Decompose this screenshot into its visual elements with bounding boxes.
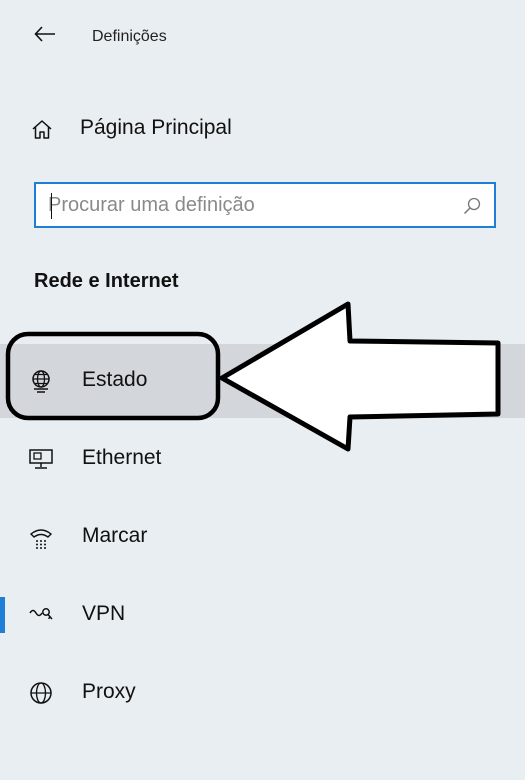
title-bar: Definições — [0, 0, 525, 72]
nav-item-vpn[interactable]: VPN — [0, 578, 525, 652]
section-heading: Rede e Internet — [34, 270, 179, 292]
nav-label-ethernet: Ethernet — [82, 446, 162, 469]
nav-item-proxy[interactable]: Proxy — [0, 656, 525, 730]
window-title: Definições — [92, 28, 167, 45]
home-link[interactable]: Página Principal — [0, 104, 525, 154]
back-button[interactable] — [28, 20, 62, 48]
vpn-icon — [29, 608, 53, 620]
nav-item-ethernet[interactable]: Ethernet — [0, 422, 525, 496]
nav-label-estado: Estado — [82, 368, 148, 391]
home-icon — [32, 120, 52, 139]
dial-up-icon — [29, 529, 53, 549]
nav-item-estado[interactable]: Estado — [0, 344, 525, 418]
nav-label-proxy: Proxy — [82, 680, 136, 703]
globe-icon — [30, 682, 52, 704]
settings-window: Definições Página Principal Rede e Inter… — [0, 0, 525, 780]
nav-label-vpn: VPN — [82, 602, 126, 625]
search-input[interactable] — [48, 190, 448, 220]
home-label: Página Principal — [80, 116, 232, 139]
arrow-left-icon — [34, 26, 55, 42]
search-box[interactable] — [34, 182, 496, 228]
text-caret — [51, 193, 52, 219]
globe-monitor-icon — [32, 370, 50, 393]
nav-item-marcar[interactable]: Marcar — [0, 500, 525, 574]
nav-label-marcar: Marcar — [82, 524, 148, 547]
ethernet-icon — [29, 449, 53, 469]
search-icon[interactable] — [462, 196, 482, 216]
